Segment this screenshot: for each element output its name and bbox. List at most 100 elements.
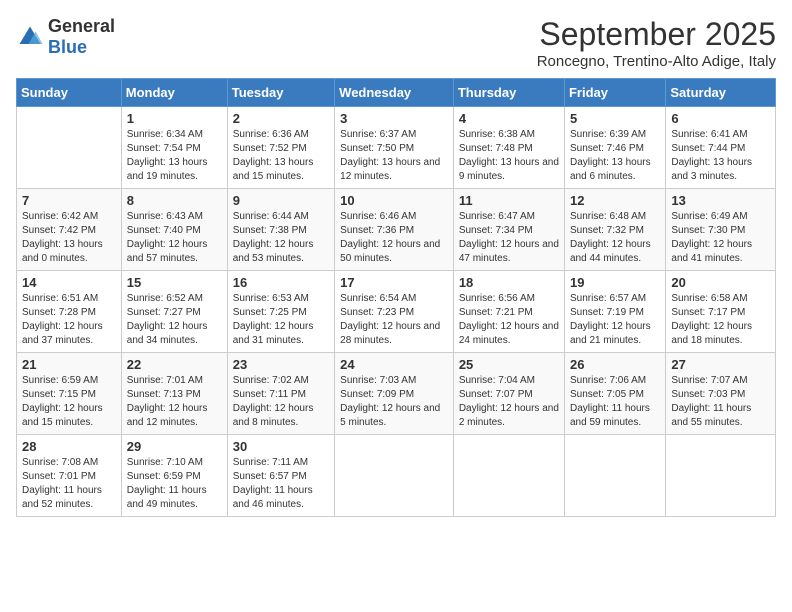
calendar-cell: 13 Sunrise: 6:49 AMSunset: 7:30 PMDayligh… — [666, 189, 776, 271]
calendar-cell: 6 Sunrise: 6:41 AMSunset: 7:44 PMDaylight… — [666, 107, 776, 189]
logo-text: General Blue — [48, 16, 115, 58]
calendar-cell: 19 Sunrise: 6:57 AMSunset: 7:19 PMDayligh… — [564, 271, 665, 353]
calendar-cell: 11 Sunrise: 6:47 AMSunset: 7:34 PMDayligh… — [453, 189, 564, 271]
day-number: 30 — [233, 439, 329, 454]
calendar-cell: 3 Sunrise: 6:37 AMSunset: 7:50 PMDaylight… — [335, 107, 454, 189]
day-number: 23 — [233, 357, 329, 372]
calendar-cell: 14 Sunrise: 6:51 AMSunset: 7:28 PMDayligh… — [17, 271, 122, 353]
day-info: Sunrise: 6:59 AMSunset: 7:15 PMDaylight:… — [22, 374, 116, 430]
calendar-cell — [335, 435, 454, 517]
day-number: 16 — [233, 275, 329, 290]
day-info: Sunrise: 7:03 AMSunset: 7:09 PMDaylight:… — [340, 374, 448, 430]
day-number: 26 — [570, 357, 660, 372]
calendar-cell: 25 Sunrise: 7:04 AMSunset: 7:07 PMDayligh… — [453, 353, 564, 435]
logo: General Blue — [16, 16, 115, 58]
day-info: Sunrise: 6:48 AMSunset: 7:32 PMDaylight:… — [570, 210, 660, 266]
day-info: Sunrise: 6:38 AMSunset: 7:48 PMDaylight:… — [459, 128, 559, 184]
calendar-cell — [453, 435, 564, 517]
day-info: Sunrise: 6:52 AMSunset: 7:27 PMDaylight:… — [127, 292, 222, 348]
weekday-header-thursday: Thursday — [453, 79, 564, 107]
day-info: Sunrise: 7:08 AMSunset: 7:01 PMDaylight:… — [22, 456, 116, 512]
weekday-header-row: SundayMondayTuesdayWednesdayThursdayFrid… — [17, 79, 776, 107]
day-number: 7 — [22, 193, 116, 208]
day-info: Sunrise: 6:56 AMSunset: 7:21 PMDaylight:… — [459, 292, 559, 348]
day-number: 6 — [671, 111, 770, 126]
weekday-header-saturday: Saturday — [666, 79, 776, 107]
weekday-header-wednesday: Wednesday — [335, 79, 454, 107]
day-info: Sunrise: 6:36 AMSunset: 7:52 PMDaylight:… — [233, 128, 329, 184]
calendar-cell: 20Sunrise: 6:58 AMSunset: 7:17 PMDayligh… — [666, 271, 776, 353]
day-number: 28 — [22, 439, 116, 454]
day-number: 15 — [127, 275, 222, 290]
day-number: 17 — [340, 275, 448, 290]
day-number: 27 — [671, 357, 770, 372]
day-number: 1 — [127, 111, 222, 126]
day-number: 3 — [340, 111, 448, 126]
day-number: 9 — [233, 193, 329, 208]
day-number: 2 — [233, 111, 329, 126]
calendar-cell: 26 Sunrise: 7:06 AMSunset: 7:05 PMDayligh… — [564, 353, 665, 435]
calendar-cell: 23Sunrise: 7:02 AMSunset: 7:11 PMDayligh… — [227, 353, 334, 435]
day-number: 20 — [671, 275, 770, 290]
day-info: Sunrise: 6:49 AMSunset: 7:30 PMDaylight:… — [671, 210, 770, 266]
calendar-cell: 5Sunrise: 6:39 AMSunset: 7:46 PMDaylight… — [564, 107, 665, 189]
day-info: Sunrise: 6:54 AMSunset: 7:23 PMDaylight:… — [340, 292, 448, 348]
day-number: 21 — [22, 357, 116, 372]
calendar-cell: 9 Sunrise: 6:44 AMSunset: 7:38 PMDaylight… — [227, 189, 334, 271]
logo-icon — [16, 23, 44, 51]
calendar-cell: 10 Sunrise: 6:46 AMSunset: 7:36 PMDayligh… — [335, 189, 454, 271]
day-info: Sunrise: 6:57 AMSunset: 7:19 PMDaylight:… — [570, 292, 660, 348]
calendar-cell — [564, 435, 665, 517]
day-info: Sunrise: 6:53 AMSunset: 7:25 PMDaylight:… — [233, 292, 329, 348]
month-title: September 2025 — [537, 16, 776, 53]
calendar-cell: 28 Sunrise: 7:08 AMSunset: 7:01 PMDayligh… — [17, 435, 122, 517]
day-number: 11 — [459, 193, 559, 208]
day-info: Sunrise: 6:37 AMSunset: 7:50 PMDaylight:… — [340, 128, 448, 184]
calendar-cell: 2 Sunrise: 6:36 AMSunset: 7:52 PMDaylight… — [227, 107, 334, 189]
day-number: 19 — [570, 275, 660, 290]
day-info: Sunrise: 7:06 AMSunset: 7:05 PMDaylight:… — [570, 374, 660, 430]
calendar-cell: 4Sunrise: 6:38 AMSunset: 7:48 PMDaylight… — [453, 107, 564, 189]
day-info: Sunrise: 6:46 AMSunset: 7:36 PMDaylight:… — [340, 210, 448, 266]
day-number: 13 — [671, 193, 770, 208]
page-header: General Blue September 2025 Roncegno, Tr… — [16, 16, 776, 70]
day-number: 25 — [459, 357, 559, 372]
day-number: 24 — [340, 357, 448, 372]
day-number: 14 — [22, 275, 116, 290]
day-number: 12 — [570, 193, 660, 208]
calendar-week-row: 14 Sunrise: 6:51 AMSunset: 7:28 PMDayligh… — [17, 271, 776, 353]
calendar-cell: 29 Sunrise: 7:10 AMSunset: 6:59 PMDayligh… — [121, 435, 227, 517]
day-info: Sunrise: 6:47 AMSunset: 7:34 PMDaylight:… — [459, 210, 559, 266]
calendar-cell: 27 Sunrise: 7:07 AMSunset: 7:03 PMDayligh… — [666, 353, 776, 435]
calendar-cell: 8Sunrise: 6:43 AMSunset: 7:40 PMDaylight… — [121, 189, 227, 271]
weekday-header-monday: Monday — [121, 79, 227, 107]
calendar-cell: 17 Sunrise: 6:54 AMSunset: 7:23 PMDayligh… — [335, 271, 454, 353]
location-title: Roncegno, Trentino-Alto Adige, Italy — [537, 53, 776, 70]
calendar-table: SundayMondayTuesdayWednesdayThursdayFrid… — [16, 78, 776, 517]
calendar-cell: 21 Sunrise: 6:59 AMSunset: 7:15 PMDayligh… — [17, 353, 122, 435]
calendar-cell: 30Sunrise: 7:11 AMSunset: 6:57 PMDayligh… — [227, 435, 334, 517]
calendar-week-row: 7Sunrise: 6:42 AMSunset: 7:42 PMDaylight… — [17, 189, 776, 271]
day-info: Sunrise: 6:39 AMSunset: 7:46 PMDaylight:… — [570, 128, 660, 184]
day-number: 29 — [127, 439, 222, 454]
weekday-header-friday: Friday — [564, 79, 665, 107]
day-number: 10 — [340, 193, 448, 208]
day-info: Sunrise: 6:51 AMSunset: 7:28 PMDaylight:… — [22, 292, 116, 348]
calendar-cell: 16 Sunrise: 6:53 AMSunset: 7:25 PMDayligh… — [227, 271, 334, 353]
calendar-cell: 24 Sunrise: 7:03 AMSunset: 7:09 PMDayligh… — [335, 353, 454, 435]
weekday-header-tuesday: Tuesday — [227, 79, 334, 107]
title-block: September 2025 Roncegno, Trentino-Alto A… — [537, 16, 776, 70]
day-number: 22 — [127, 357, 222, 372]
day-info: Sunrise: 6:34 AMSunset: 7:54 PMDaylight:… — [127, 128, 222, 184]
calendar-week-row: 1 Sunrise: 6:34 AMSunset: 7:54 PMDaylight… — [17, 107, 776, 189]
day-info: Sunrise: 7:10 AMSunset: 6:59 PMDaylight:… — [127, 456, 222, 512]
day-info: Sunrise: 7:07 AMSunset: 7:03 PMDaylight:… — [671, 374, 770, 430]
calendar-cell: 22Sunrise: 7:01 AMSunset: 7:13 PMDayligh… — [121, 353, 227, 435]
calendar-cell: 7Sunrise: 6:42 AMSunset: 7:42 PMDaylight… — [17, 189, 122, 271]
calendar-week-row: 21 Sunrise: 6:59 AMSunset: 7:15 PMDayligh… — [17, 353, 776, 435]
day-info: Sunrise: 6:44 AMSunset: 7:38 PMDaylight:… — [233, 210, 329, 266]
calendar-cell: 15 Sunrise: 6:52 AMSunset: 7:27 PMDayligh… — [121, 271, 227, 353]
day-number: 18 — [459, 275, 559, 290]
day-info: Sunrise: 6:41 AMSunset: 7:44 PMDaylight:… — [671, 128, 770, 184]
day-info: Sunrise: 7:04 AMSunset: 7:07 PMDaylight:… — [459, 374, 559, 430]
